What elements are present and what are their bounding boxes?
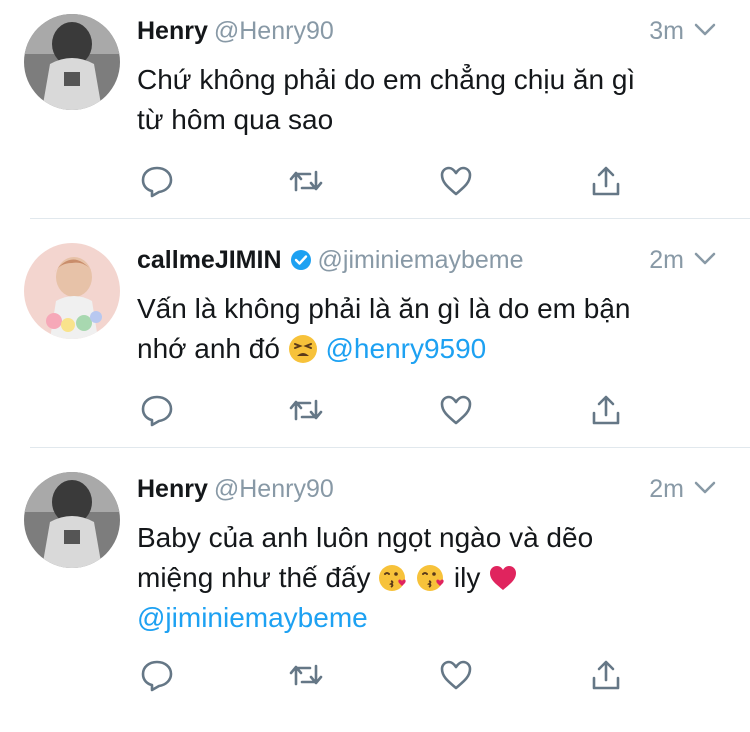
display-name[interactable]: Henry — [137, 475, 208, 503]
retweet-icon — [289, 399, 323, 421]
tweet-text-line: Vấn là không phải là ăn gì là do em bận — [137, 293, 631, 324]
display-name[interactable]: callmeJIMIN — [137, 246, 282, 274]
share-icon — [592, 166, 620, 196]
tweet[interactable]: Henry @Henry90 2m Baby của anh luôn ngọt … — [0, 448, 750, 732]
tweet-text-line: miệng như thế đấy ily — [137, 558, 727, 598]
display-name[interactable]: Henry — [137, 17, 208, 45]
tweet-text: Chứ không phải do em chẳng chịu ăn gì từ… — [137, 60, 727, 140]
mention-link[interactable]: @henry9590 — [326, 333, 487, 364]
like-button[interactable] — [436, 658, 476, 692]
tweet-actions — [137, 658, 637, 692]
like-button[interactable] — [436, 393, 476, 427]
share-icon — [592, 395, 620, 425]
user-handle[interactable]: @jiminiemaybeme — [318, 246, 524, 274]
user-handle[interactable]: @Henry90 — [214, 475, 334, 503]
share-icon — [592, 660, 620, 690]
chevron-down-icon[interactable] — [694, 251, 716, 267]
tweet-text: Vấn là không phải là ăn gì là do em bận … — [137, 289, 727, 369]
tweet-text-fragment: ily — [453, 562, 481, 593]
reply-icon — [141, 166, 173, 198]
tired-face-emoji-icon — [288, 335, 317, 363]
kiss-face-emoji-icon — [379, 565, 407, 591]
tweet-text-fragment: miệng như thế đấy — [137, 562, 371, 593]
tweet-text-line: từ hôm qua sao — [137, 104, 334, 135]
tweet-text-line: @jiminiemaybeme — [137, 598, 727, 638]
reply-icon — [141, 660, 173, 692]
tweet-text-line: Chứ không phải do em chẳng chịu ăn gì — [137, 64, 636, 95]
like-icon — [440, 395, 472, 425]
retweet-button[interactable] — [286, 164, 326, 198]
share-button[interactable] — [586, 164, 626, 198]
reply-icon — [141, 395, 173, 427]
like-icon — [440, 660, 472, 690]
share-button[interactable] — [586, 393, 626, 427]
timestamp[interactable]: 2m — [649, 472, 684, 506]
retweet-icon — [289, 664, 323, 686]
verified-badge-icon — [290, 250, 311, 270]
tweet-text-line: nhớ anh đó @henry9590 — [137, 329, 727, 369]
kiss-face-emoji-icon — [417, 565, 444, 591]
tweet-actions — [137, 164, 637, 198]
reply-button[interactable] — [137, 164, 177, 198]
avatar[interactable] — [24, 472, 120, 568]
avatar-photo-icon — [24, 243, 120, 339]
avatar-photo-icon — [24, 472, 120, 568]
chevron-down-icon[interactable] — [694, 22, 716, 38]
tweet-text-fragment: nhớ anh đó — [137, 333, 280, 364]
reply-button[interactable] — [137, 393, 177, 427]
reply-button[interactable] — [137, 658, 177, 692]
tweet-header: callmeJIMIN @jiminiemaybeme 2m — [137, 243, 720, 277]
tweet-header: Henry @Henry90 3m — [137, 14, 720, 48]
retweet-icon — [289, 170, 323, 192]
tweet-text: Baby của anh luôn ngọt ngào và dẽo miệng… — [137, 518, 727, 638]
timestamp[interactable]: 2m — [649, 243, 684, 277]
timestamp[interactable]: 3m — [649, 14, 684, 48]
like-icon — [440, 166, 472, 196]
tweet-text-line: Baby của anh luôn ngọt ngào và dẽo — [137, 522, 594, 553]
tweet[interactable]: Henry @Henry90 3m Chứ không phải do em ch… — [0, 0, 750, 218]
tweet[interactable]: callmeJIMIN @jiminiemaybeme 2m Vấn là khô… — [0, 219, 750, 447]
tweet-header: Henry @Henry90 2m — [137, 472, 720, 506]
like-button[interactable] — [436, 164, 476, 198]
chevron-down-icon[interactable] — [694, 480, 716, 496]
red-heart-emoji-icon — [490, 566, 517, 590]
tweet-actions — [137, 393, 637, 427]
avatar[interactable] — [24, 14, 120, 110]
avatar[interactable] — [24, 243, 120, 339]
retweet-button[interactable] — [286, 658, 326, 692]
avatar-photo-icon — [24, 14, 120, 110]
mention-link[interactable]: @jiminiemaybeme — [137, 602, 368, 633]
user-handle[interactable]: @Henry90 — [214, 17, 334, 45]
retweet-button[interactable] — [286, 393, 326, 427]
share-button[interactable] — [586, 658, 626, 692]
